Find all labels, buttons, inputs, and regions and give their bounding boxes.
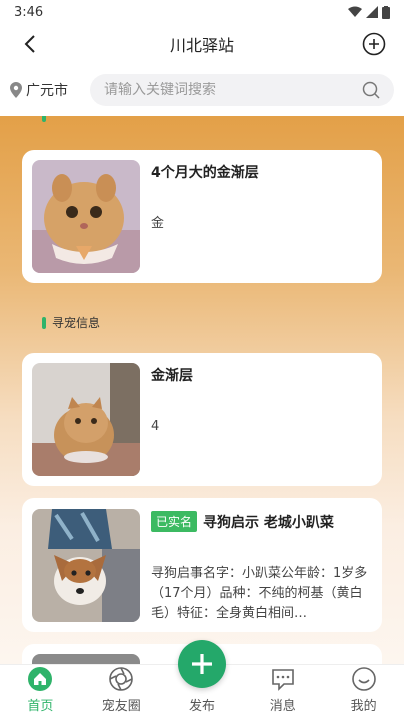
- verified-badge: 已实名: [151, 511, 198, 532]
- card-desc: 4: [151, 419, 160, 434]
- section-marker: [42, 116, 46, 122]
- status-time: 3:46: [14, 4, 44, 20]
- publish-button[interactable]: [178, 640, 226, 688]
- card-title: 已实名 寻狗启示 老城小趴菜: [151, 511, 334, 532]
- city-label: 广元市: [26, 83, 68, 99]
- card-title-text: 4个月大的金渐层: [151, 165, 259, 181]
- aperture-icon: [107, 665, 135, 693]
- tab-label: 首页: [27, 699, 54, 714]
- search-box[interactable]: [90, 74, 394, 106]
- tab-messages[interactable]: 消息: [242, 665, 323, 718]
- page-title: 川北驿站: [169, 36, 234, 55]
- home-icon: [26, 665, 54, 693]
- status-icons: [348, 5, 390, 19]
- section-header-lost: 寻宠信息: [42, 314, 100, 331]
- feed-content[interactable]: 4个月大的金渐层 金 寻宠信息 金渐层 4 已实名 寻狗启示 老城小趴菜 寻狗启…: [0, 116, 404, 664]
- smile-icon: [350, 665, 378, 693]
- card-title-text: 寻狗启示 老城小趴菜: [203, 514, 334, 531]
- card-desc: 寻狗启事名字：小趴菜公年龄：1岁多（17个月）品种：不纯的柯基（黄白毛）特征：全…: [151, 566, 368, 621]
- pet-card[interactable]: 已实名 寻狗启示 老城小趴菜 寻狗启事名字：小趴菜公年龄：1岁多（17个月）品种…: [22, 498, 382, 632]
- card-title: 4个月大的金渐层: [151, 162, 259, 182]
- card-desc: 金: [151, 216, 165, 231]
- status-bar: 3:46: [0, 0, 404, 24]
- tab-pet-circle[interactable]: 宠友圈: [81, 665, 162, 718]
- search-input[interactable]: [104, 82, 324, 98]
- search-row: 广元市: [0, 64, 404, 116]
- card-title-text: 金渐层: [151, 368, 193, 384]
- tab-label: 发布: [188, 699, 215, 714]
- tab-label: 宠友圈: [101, 699, 141, 714]
- wifi-icon: [348, 6, 362, 17]
- chat-icon: [269, 665, 297, 693]
- tab-label: 我的: [350, 699, 377, 714]
- battery-icon: [382, 5, 390, 19]
- card-title: 金渐层: [151, 365, 193, 385]
- tab-home[interactable]: 首页: [0, 665, 81, 718]
- pet-card[interactable]: 4个月大的金渐层 金: [22, 150, 382, 283]
- pet-card[interactable]: 金渐层 4: [22, 353, 382, 486]
- plus-icon: [192, 654, 212, 674]
- back-button[interactable]: [16, 30, 44, 58]
- tab-label: 消息: [269, 699, 296, 714]
- section-marker: [42, 316, 46, 329]
- chevron-left-icon: [24, 35, 35, 53]
- pet-photo: [32, 363, 140, 476]
- pet-photo: [32, 160, 140, 273]
- section-title: 寻宠信息: [52, 316, 101, 330]
- signal-icon: [366, 6, 378, 18]
- add-button[interactable]: [360, 30, 388, 58]
- tab-profile[interactable]: 我的: [323, 665, 404, 718]
- pet-photo: [32, 509, 140, 622]
- search-icon[interactable]: [362, 81, 380, 99]
- section-header-cut: [42, 116, 46, 122]
- location-pin-icon: [10, 82, 22, 98]
- city-selector[interactable]: 广元市: [10, 80, 90, 100]
- pet-photo: [32, 654, 140, 664]
- top-bar: 川北驿站: [0, 24, 404, 64]
- plus-circle-icon: [362, 32, 386, 56]
